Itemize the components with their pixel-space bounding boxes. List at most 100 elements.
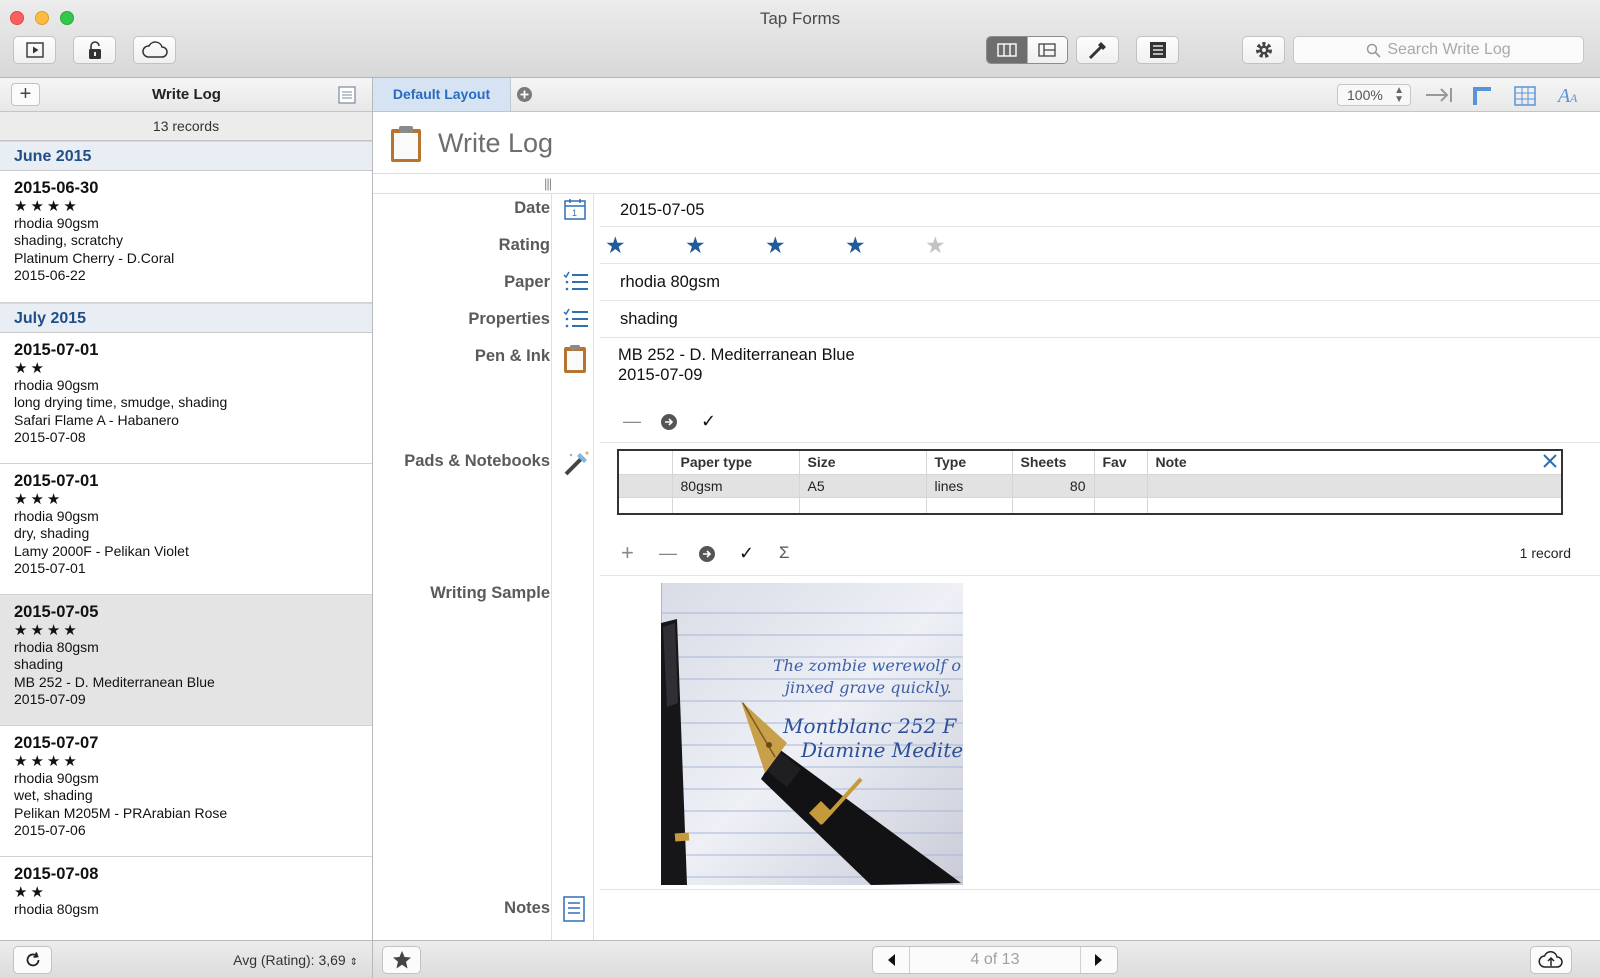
resize-grip-icon[interactable]: ||| <box>544 176 552 191</box>
rating-star-2[interactable]: ★ <box>685 232 706 259</box>
table-row[interactable]: 80gsm A5 lines 80 <box>618 474 1563 498</box>
column-header[interactable]: Sheets <box>1012 450 1095 475</box>
column-header[interactable]: Paper type <box>672 450 800 475</box>
rating-star-1[interactable]: ★ <box>605 232 626 259</box>
table-cell[interactable]: 80 <box>1012 474 1095 498</box>
svg-text:A: A <box>1557 85 1571 107</box>
remove-icon[interactable]: — <box>623 411 641 432</box>
record-list-item[interactable]: 2015-07-08 ★★ rhodia 80gsm <box>0 857 372 937</box>
table-cell[interactable] <box>926 497 1013 515</box>
record-rating: ★★★★ <box>14 622 80 639</box>
zoom-select[interactable]: 100% ▲ ▼ <box>1337 84 1411 106</box>
table-cell[interactable] <box>618 497 673 515</box>
table-cell[interactable] <box>1094 497 1148 515</box>
sum-icon[interactable]: Σ <box>779 543 790 563</box>
column-header[interactable]: Size <box>799 450 927 475</box>
row-separator <box>600 442 1600 443</box>
rating-field[interactable]: ★ ★ ★ ★ ★ <box>605 232 1005 262</box>
field-column-divider: ||| <box>373 174 1600 194</box>
table-cell[interactable]: A5 <box>799 474 927 498</box>
next-record-button[interactable] <box>1081 947 1117 973</box>
single-column-view-button[interactable] <box>1026 37 1067 63</box>
properties-field[interactable]: shading <box>620 310 678 329</box>
ruler-icon[interactable] <box>1472 86 1492 106</box>
play-icon <box>25 42 44 58</box>
table-cell[interactable] <box>672 497 800 515</box>
search-icon <box>1367 43 1381 58</box>
table-cell[interactable] <box>1147 497 1563 515</box>
form-list-icon[interactable] <box>338 86 356 104</box>
table-cell[interactable] <box>1147 474 1563 498</box>
remove-row-icon[interactable]: — <box>659 543 677 564</box>
record-list-item[interactable]: 2015-07-01 ★★★ rhodia 90gsm dry, shading… <box>0 464 372 595</box>
date-label: Date <box>514 199 550 217</box>
record-date: 2015-07-05 <box>14 603 99 621</box>
cloud-upload-button[interactable] <box>1530 946 1572 974</box>
settings-button[interactable] <box>1242 36 1285 64</box>
column-header[interactable]: Note <box>1147 450 1542 475</box>
table-cell[interactable] <box>1012 497 1095 515</box>
magic-wand-icon[interactable] <box>563 449 591 477</box>
cloud-upload-icon <box>1538 950 1563 968</box>
record-list-item[interactable]: 2015-07-07 ★★★★ rhodia 90gsm wet, shadin… <box>0 726 372 857</box>
pick-list-icon[interactable] <box>563 307 589 331</box>
add-layout-icon[interactable] <box>516 86 533 103</box>
record-position: 4 of 13 <box>909 947 1081 973</box>
go-to-record-icon[interactable] <box>698 545 716 563</box>
multi-column-view-button[interactable] <box>987 37 1027 63</box>
add-row-icon[interactable]: + <box>621 542 634 564</box>
rating-star-5[interactable]: ★ <box>925 232 946 259</box>
rating-star-3[interactable]: ★ <box>765 232 786 259</box>
table-cell[interactable] <box>799 497 927 515</box>
record-pen-date: 2015-07-01 <box>14 560 86 577</box>
lock-button[interactable] <box>73 36 116 64</box>
linked-pen-name: MB 252 - D. Mediterranean Blue <box>618 346 855 364</box>
checkmark-icon[interactable]: ✓ <box>739 543 754 564</box>
record-paper: rhodia 90gsm <box>14 508 99 524</box>
favorite-button[interactable] <box>382 946 421 974</box>
note-icon[interactable] <box>563 896 585 922</box>
table-cell[interactable] <box>1094 474 1148 498</box>
record-pen-date: 2015-07-09 <box>14 691 86 708</box>
writing-sample-photo[interactable]: The zombie werewolf o jinxed grave quick… <box>661 583 963 885</box>
refresh-button[interactable] <box>13 946 52 974</box>
calculation-summary[interactable]: Avg (Rating): 3,69 ⇕ <box>233 952 358 968</box>
go-to-record-icon[interactable] <box>660 413 678 431</box>
grid-icon[interactable] <box>1514 86 1536 106</box>
pen-ink-value[interactable]: MB 252 - D. Mediterranean Blue 2015-07-0… <box>618 345 855 385</box>
font-style-icon[interactable]: AA <box>1557 83 1581 107</box>
record-date: 2015-07-07 <box>14 734 99 752</box>
previous-record-button[interactable] <box>873 947 909 973</box>
record-properties: shading, scratchy <box>14 232 123 249</box>
fountain-pen-photo: The zombie werewolf o jinxed grave quick… <box>661 583 963 885</box>
record-list-item-selected[interactable]: 2015-07-05 ★★★★ rhodia 80gsm shading MB … <box>0 595 372 726</box>
table-cell[interactable]: lines <box>926 474 1013 498</box>
tools-icon[interactable] <box>1542 453 1558 469</box>
table-empty-row[interactable] <box>618 497 1563 515</box>
paper-field[interactable]: rhodia 80gsm <box>620 273 720 292</box>
column-header[interactable]: Type <box>926 450 1013 475</box>
row-handle-cell[interactable] <box>618 474 673 498</box>
row-separator <box>600 889 1600 890</box>
list-view-button[interactable] <box>1136 36 1179 64</box>
tab-order-icon[interactable] <box>1425 86 1453 104</box>
record-list-item[interactable]: 2015-07-01 ★★ rhodia 90gsm long drying t… <box>0 333 372 464</box>
table-settings-cell[interactable] <box>1542 450 1562 475</box>
pick-list-icon[interactable] <box>563 270 589 294</box>
table-cell[interactable]: 80gsm <box>672 474 800 498</box>
rating-star-4[interactable]: ★ <box>845 232 866 259</box>
calendar-icon[interactable]: 1 <box>563 197 587 221</box>
link-to-form-icon[interactable] <box>563 344 587 374</box>
search-field[interactable]: Search Write Log <box>1293 36 1584 64</box>
tab-default-layout[interactable]: Default Layout <box>373 78 511 111</box>
record-list-item[interactable]: 2015-06-30 ★★★★ rhodia 90gsm shading, sc… <box>0 171 372 303</box>
svg-text:A: A <box>1569 91 1578 105</box>
sidebar-header: + Write Log <box>0 78 372 112</box>
sync-button[interactable] <box>133 36 176 64</box>
properties-label: Properties <box>468 310 550 328</box>
date-field[interactable]: 2015-07-05 <box>620 201 704 220</box>
column-header[interactable]: Fav <box>1094 450 1148 475</box>
customize-form-button[interactable] <box>1076 36 1119 64</box>
slideshow-button[interactable] <box>13 36 56 64</box>
checkmark-icon[interactable]: ✓ <box>701 411 716 432</box>
